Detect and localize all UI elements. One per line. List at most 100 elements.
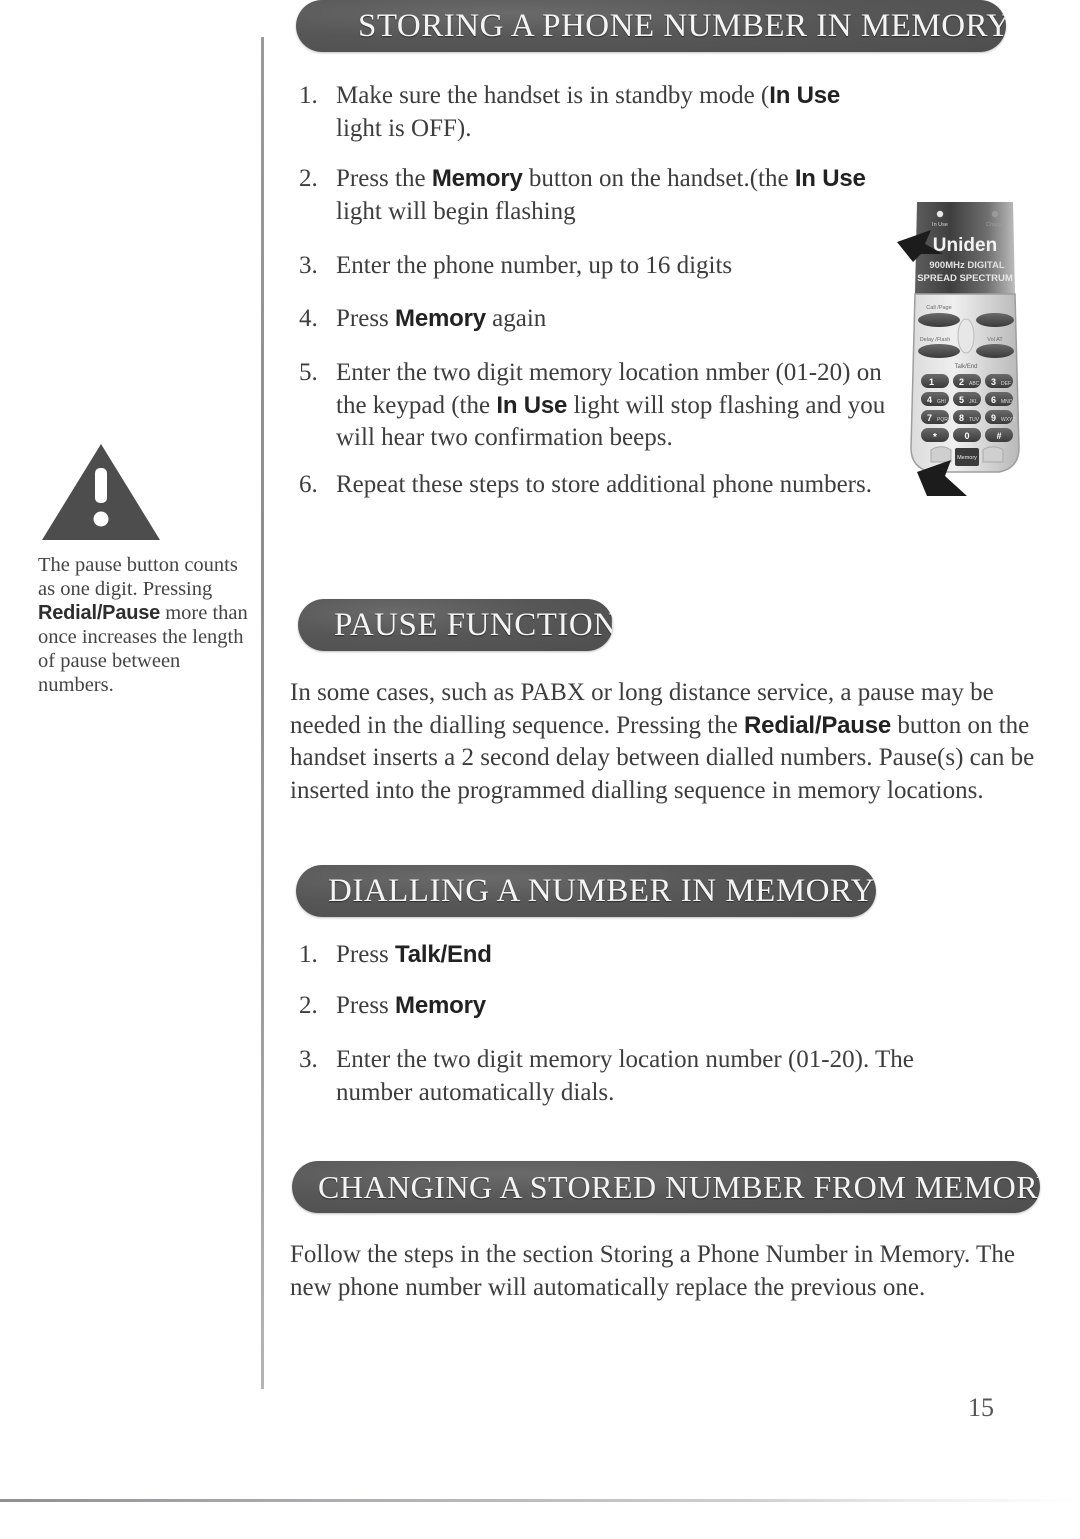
pause-body-paragraph: In some cases, such as PABX or long dist… [290,677,1042,807]
margin-note: The pause button counts as one digit. Pr… [38,440,250,698]
margin-note-text: The pause button counts as one digit. Pr… [38,554,250,698]
step-text: Enter the two digit memory location nmbe… [336,357,890,455]
svg-text:PQRS: PQRS [937,417,952,423]
svg-text:1: 1 [929,377,934,387]
text-run: Follow the steps in the section Storing … [290,1241,1015,1301]
step-text: Press Memory again [336,303,890,336]
note-bold-term: Redial/Pause [38,601,161,624]
svg-text:7: 7 [927,413,932,423]
key-6: 6 MNO [985,392,1013,406]
step-text: Repeat these steps to store additional p… [336,469,890,502]
svg-text:In Use: In Use [932,222,948,228]
note-line-2: one digit. Pressing [60,577,213,600]
step-text: Enter the phone number, up to 16 digits [336,250,890,283]
svg-text:*: * [933,432,937,443]
svg-text:Call /Page: Call /Page [926,305,951,311]
list-item: 3. Enter the phone number, up to 16 digit… [290,250,890,283]
warning-triangle-icon [38,440,250,546]
step-number: 1. [299,82,318,109]
note-line-3-rest: more [160,601,208,624]
svg-text:9: 9 [991,413,996,423]
text-run: light is OFF). [336,114,472,142]
step-number: 5. [299,359,318,386]
key-3: 3 DEF [985,374,1013,388]
svg-text:TUV: TUV [969,417,980,423]
text-run: Enter the two digit memory location numb… [336,1046,914,1106]
left-nav-pad [930,446,952,463]
spec-line-1: 900MHz DIGITAL [929,260,1005,271]
emphasis-run: Talk/End [395,941,492,968]
svg-text:8: 8 [959,413,964,423]
section-heading-storing-label: STORING A PHONE NUMBER IN MEMORY [358,7,1006,44]
emphasis-run: Memory [431,165,523,192]
svg-text:#: # [996,431,1001,441]
svg-text:MNO: MNO [1001,399,1013,405]
text-run: Make sure the handset is in standby mode… [336,82,770,109]
emphasis-run: Redial/Pause [744,711,892,739]
section-heading-storing: STORING A PHONE NUMBER IN MEMORY [296,0,1006,52]
svg-text:0: 0 [964,431,969,441]
key-hash: # [985,428,1013,442]
page-bottom-edge [0,1499,1080,1502]
step-number: 2. [299,991,318,1019]
svg-text:Memory: Memory [957,455,977,461]
right-nav-pad [982,446,1004,463]
section-heading-dialling-label: DIALLING A NUMBER IN MEMORY [328,872,876,909]
emphasis-run: In Use [769,82,841,109]
talk-end-key [957,318,975,354]
list-item: 1. Press Talk/End [290,939,980,972]
svg-text:Charge: Charge [986,222,1004,228]
step-number: 3. [299,252,318,279]
list-item: 4. Press Memory again [290,303,890,336]
svg-text:Vol AT: Vol AT [987,337,1003,343]
step-number: 1. [299,941,318,968]
emphasis-run: In Use [496,391,568,419]
brand-wordmark: Uniden [933,235,997,256]
text-run: Enter the phone number, up to 16 digits [336,252,733,279]
list-item: 6. Repeat these steps to store additional… [290,469,890,502]
key-0: 0 [953,428,981,442]
section-heading-pause-label: PAUSE FUNCTION [334,606,613,643]
step-text: Press Talk/End [336,939,980,972]
svg-text:WXYZ: WXYZ [1001,417,1015,423]
manual-page: The pause button counts as one digit. Pr… [0,0,1080,1539]
svg-text:6: 6 [991,395,996,405]
text-run: Press [336,991,396,1019]
changing-body-paragraph: Follow the steps in the section Storing … [290,1239,1032,1304]
text-run: Press [336,941,396,968]
key-4: 4 GHI [921,392,949,406]
section-heading-dialling: DIALLING A NUMBER IN MEMORY [296,865,876,917]
page-number: 15 [968,1393,994,1422]
emphasis-run: Memory [395,304,486,332]
cordless-handset-illustration: In Use Charge Uniden 900MHz DIGITAL SPRE… [895,196,1045,526]
step-text: Press the Memory button on the handset.(… [336,163,890,228]
list-item: 5. Enter the two digit memory location nm… [290,357,890,455]
list-item: 1. Make sure the handset is in standby mo… [290,80,890,145]
text-run: again [485,304,547,332]
svg-text:2: 2 [959,377,964,387]
talk-end-label: Talk/End [954,364,977,370]
list-item: 2. Press the Memory button on the handset… [290,163,890,228]
soft-key-volume [976,313,1014,327]
step-number: 2. [299,165,318,192]
text-run: Press [336,304,396,332]
step-number: 6. [299,470,318,498]
key-5: 5 JKL [953,392,981,406]
text-run: Press the [336,165,432,192]
key-1: 1 [921,374,949,388]
emphasis-run: Memory [395,991,486,1019]
svg-text:3: 3 [991,377,996,387]
key-8: 8 TUV [953,410,981,424]
section-heading-changing-label: CHANGING A STORED NUMBER FROM MEMORY [318,1168,1040,1205]
text-run: light will begin flashing [336,197,576,225]
svg-text:4: 4 [927,395,932,405]
section-heading-changing: CHANGING A STORED NUMBER FROM MEMORY [292,1161,1040,1213]
spec-line-2: SPREAD SPECTRUM [917,273,1013,284]
list-item: 3. Enter the two digit memory location nu… [290,1044,980,1109]
note-line-6: numbers. [38,673,114,696]
step-text: Enter the two digit memory location numb… [336,1044,980,1109]
svg-text:JKL: JKL [969,399,978,405]
section-heading-pause: PAUSE FUNCTION [298,599,613,651]
step-number: 3. [299,1046,318,1073]
step-number: 4. [299,304,318,332]
